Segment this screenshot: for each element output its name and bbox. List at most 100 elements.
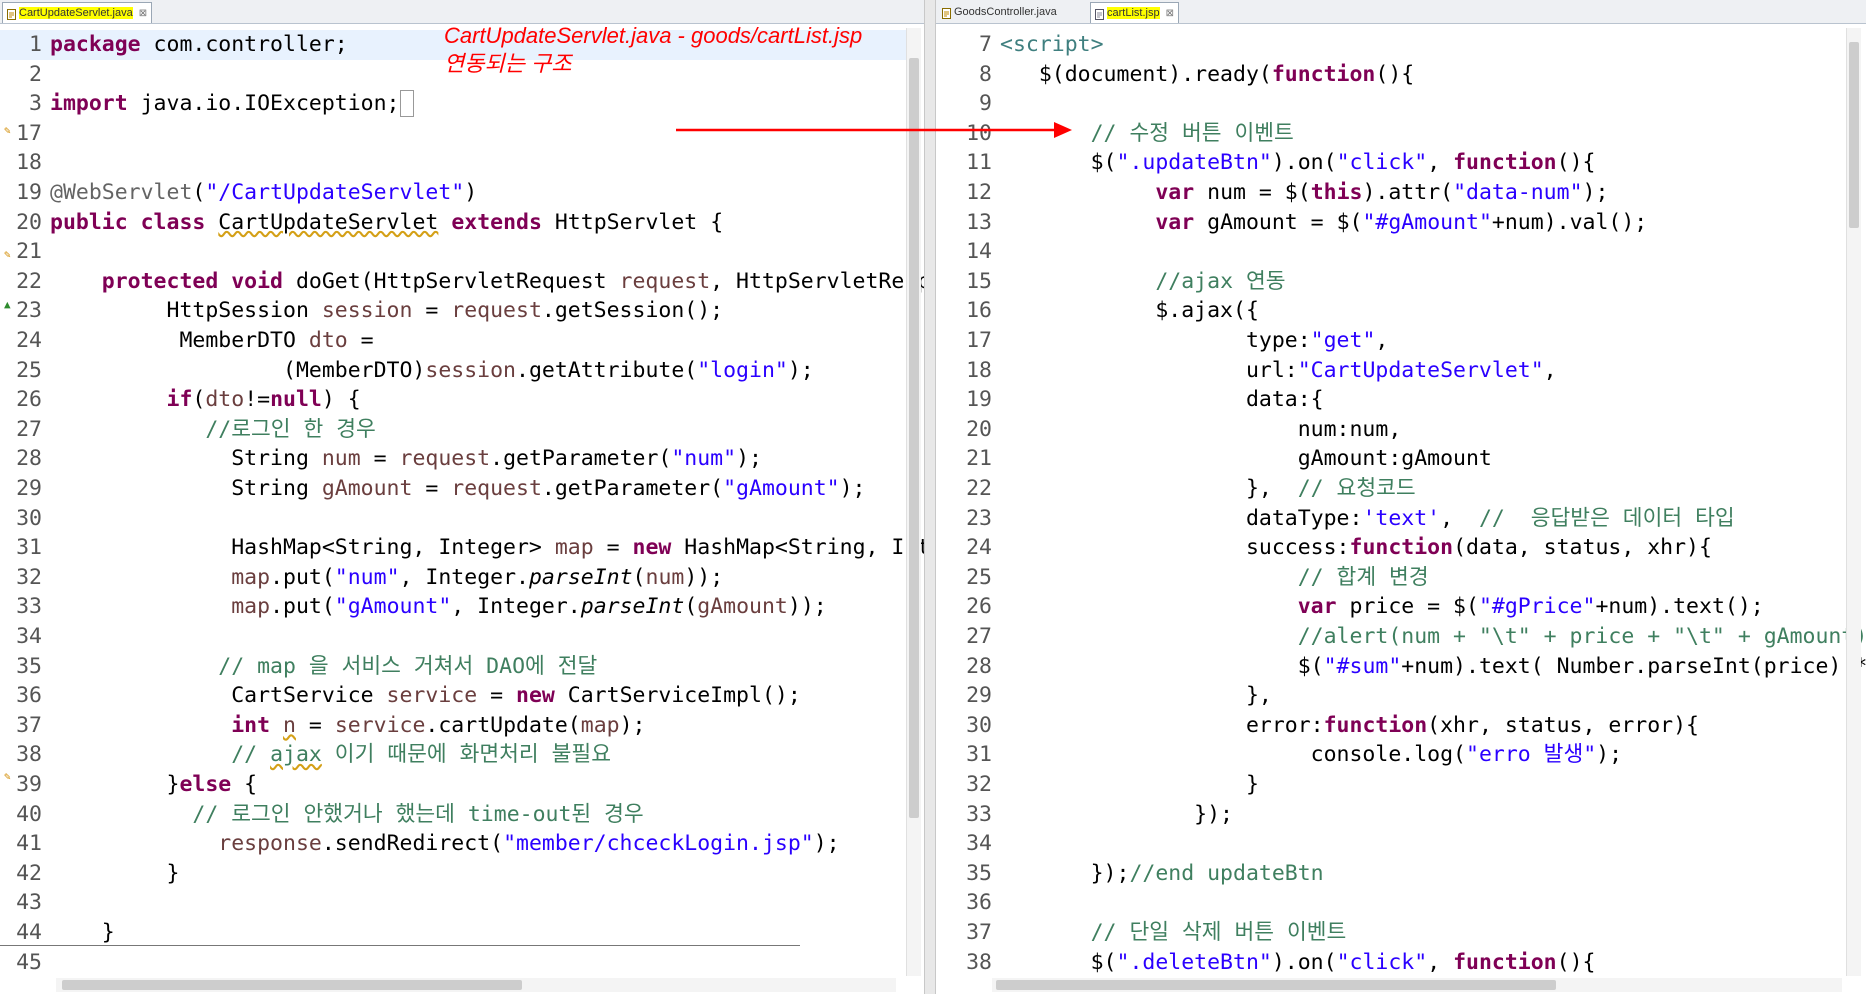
line-number: 36: [16, 683, 42, 709]
line-number: 34: [16, 624, 42, 649]
line-number: 43: [16, 890, 42, 916]
code-text: //로그인 한 경우: [205, 416, 376, 442]
close-icon[interactable]: ⊠: [1166, 8, 1174, 19]
close-icon[interactable]: ⊠: [139, 8, 147, 19]
line-number: 44: [16, 920, 42, 945]
code-text: String gAmount = request.getParameter("g…: [50, 476, 866, 501]
left-code-editor[interactable]: 1 package com.controller; 2 3 import java.io…: [0, 26, 924, 994]
code-text: $(".updateBtn").on("click", function(){: [1000, 150, 1596, 176]
left-horizontal-scrollbar[interactable]: [56, 978, 896, 992]
line-number: 10: [966, 120, 992, 146]
overlay-annotation: CartUpdateServlet.java - goods/cartList.…: [444, 23, 863, 76]
code-text: success:function(data, status, xhr){: [1000, 535, 1712, 561]
code-text: // 로그인 안했거나 했는데 time-out된 경우: [192, 801, 644, 827]
code-text: protected void doGet(HttpServletRequest …: [101, 268, 924, 294]
editor-divider[interactable]: [924, 0, 936, 994]
jsp-file-icon: [1095, 7, 1104, 20]
line-number: 22: [966, 476, 992, 501]
line-number: 31: [16, 535, 42, 561]
line-number: 35: [966, 860, 992, 886]
line-number: 17: [966, 328, 992, 353]
line-number: 26: [16, 387, 42, 413]
tab-cartupdateservlet-java[interactable]: CartUpdateServlet.java ⊠: [2, 2, 153, 23]
line-number: 26: [966, 594, 992, 620]
code-text: <script>: [1000, 32, 1104, 57]
code-text: console.log("erro 발생");: [1000, 742, 1623, 768]
java-file-icon: [7, 7, 16, 20]
left-vertical-scrollbar[interactable]: [906, 28, 921, 976]
line-number: 28: [16, 446, 42, 472]
code-text: if(dto!=null) {: [166, 387, 361, 413]
tab-label: GoodsController.java: [954, 6, 1057, 18]
line-number: 3: [29, 91, 42, 117]
scrollbar-thumb[interactable]: [62, 980, 522, 990]
line-number: 27: [16, 416, 42, 442]
line-number: 18: [16, 150, 42, 176]
scrollbar-thumb[interactable]: [996, 980, 1556, 990]
code-text: $(".deleteBtn").on("click", function(){: [1000, 949, 1596, 975]
tab-goodscontroller-java[interactable]: GoodsController.java: [938, 2, 1061, 23]
line-number: 1: [29, 32, 42, 57]
line-number: 32: [966, 772, 992, 797]
right-code-editor[interactable]: 7 <script> 8 $(document).ready(function(){…: [936, 26, 1866, 994]
line-number: 22: [16, 268, 42, 294]
line-number: 37: [966, 920, 992, 945]
line-number: 33: [966, 801, 992, 827]
code-text: data:{: [1000, 387, 1324, 413]
code-text: // 단일 삭제 버튼 이벤트: [1090, 920, 1347, 945]
code-text: },: [1000, 683, 1272, 709]
line-number: 20: [16, 209, 42, 235]
line-number: 41: [16, 831, 42, 857]
line-number: 27: [966, 624, 992, 649]
fold-marker-icon: ✎: [4, 124, 11, 137]
line-number: 24: [966, 535, 992, 561]
left-editor-pane: CartUpdateServlet.java ⊠ 1 package com.con…: [0, 0, 924, 994]
code-text: }: [50, 920, 115, 945]
line-number: 21: [966, 446, 992, 472]
line-number: 25: [16, 357, 42, 383]
code-text: // map 을 서비스 거쳐서 DAO에 전달: [218, 653, 598, 679]
line-number: 30: [16, 505, 42, 531]
code-text: gAmount:gAmount: [1000, 446, 1492, 472]
code-text: dataType:'text', // 응답받은 데이터 타입: [1000, 505, 1735, 531]
line-number: 19: [966, 387, 992, 413]
line-number: 13: [966, 209, 992, 235]
tab-label: cartList.jsp: [1107, 7, 1160, 19]
line-number: 29: [16, 476, 42, 501]
line-number: 8: [979, 61, 992, 87]
code-text: });: [1000, 801, 1233, 827]
code-text: num:num,: [1000, 416, 1402, 442]
tab-label: CartUpdateServlet.java: [19, 7, 133, 19]
code-text: type:"get",: [1000, 328, 1389, 353]
line-number: 24: [16, 328, 42, 353]
line-number: 15: [966, 268, 992, 294]
right-horizontal-scrollbar[interactable]: [992, 978, 1842, 992]
line-number: 42: [16, 860, 42, 886]
java-file-icon: [942, 6, 951, 19]
line-number: 34: [966, 831, 992, 857]
tab-cartlist-jsp[interactable]: cartList.jsp ⊠: [1090, 2, 1179, 23]
line-number: 45: [16, 949, 42, 975]
code-text: });//end updateBtn: [1000, 860, 1324, 886]
code-text: //ajax 연동: [1155, 268, 1286, 294]
code-text: // ajax 이기 때문에 화면처리 불필요: [231, 742, 611, 768]
line-number: 35: [16, 653, 42, 679]
code-text: }, // 요청코드: [1000, 476, 1416, 501]
code-text: CartService service = new CartServiceImp…: [50, 683, 801, 709]
code-text: map.put("num", Integer.parseInt(num));: [231, 564, 724, 590]
line-number: 12: [966, 180, 992, 205]
code-text: map.put("gAmount", Integer.parseInt(gAmo…: [231, 594, 827, 620]
right-vertical-scrollbar[interactable]: [1846, 28, 1861, 976]
code-text: @WebServlet("/CartUpdateServlet"): [50, 180, 478, 205]
code-text: error:function(xhr, status, error){: [1000, 712, 1699, 738]
code-text: }: [50, 860, 180, 886]
scrollbar-thumb[interactable]: [909, 58, 919, 818]
code-text: HttpSession session = request.getSession…: [50, 298, 724, 324]
code-text: }else {: [50, 772, 258, 797]
scrollbar-thumb[interactable]: [1849, 42, 1859, 228]
line-number: 38: [16, 742, 42, 768]
line-number: 7: [979, 32, 992, 57]
override-arrow-icon: ▲: [4, 298, 11, 311]
line-number: 11: [966, 150, 992, 176]
line-number: 14: [966, 239, 992, 265]
